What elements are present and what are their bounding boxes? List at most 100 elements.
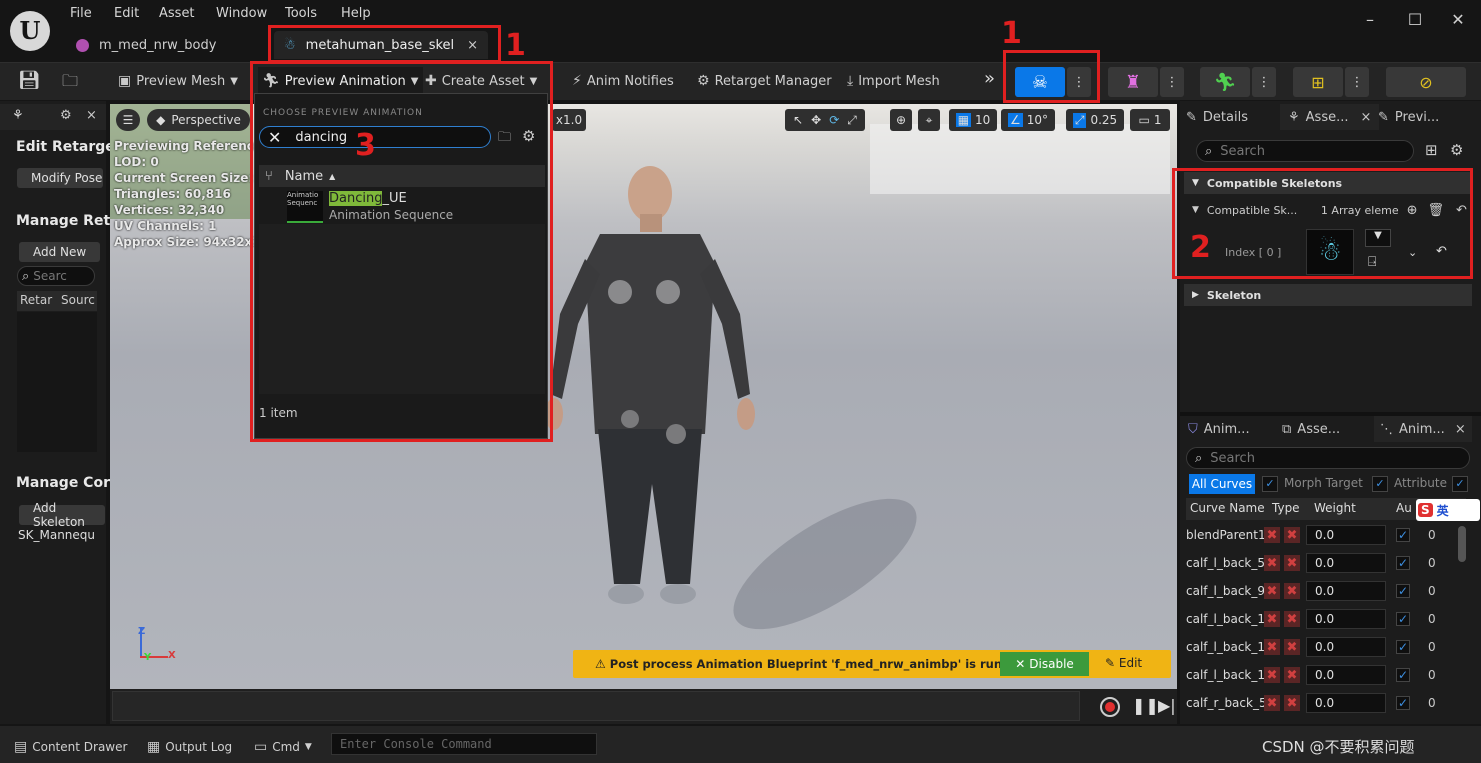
- playback-speed[interactable]: x1.0: [552, 109, 586, 131]
- curves-scrollbar[interactable]: [1458, 526, 1466, 562]
- record-icon[interactable]: [1100, 697, 1120, 717]
- weight-field[interactable]: 0.0: [1306, 525, 1386, 545]
- tab-asset[interactable]: ⚘ Asse... ×: [1280, 104, 1380, 130]
- menu-help[interactable]: Help: [341, 6, 371, 21]
- scale-snap-button[interactable]: ⤢ 0.25: [1066, 109, 1124, 131]
- menu-tools[interactable]: Tools: [285, 6, 317, 21]
- disable-button[interactable]: ✕ Disable: [1000, 652, 1089, 676]
- edit-button[interactable]: ✎ Edit: [1105, 656, 1142, 670]
- weight-field[interactable]: 0.0: [1306, 693, 1386, 713]
- menu-asset[interactable]: Asset: [159, 6, 195, 21]
- all-curves-filter[interactable]: All Curves: [1189, 474, 1255, 494]
- overflow-chevrons-icon[interactable]: »: [984, 68, 995, 89]
- camera-speed-button[interactable]: ▭ 1: [1130, 109, 1170, 131]
- weight-field[interactable]: 0.0: [1306, 637, 1386, 657]
- cmd-label: Cmd: [272, 740, 300, 754]
- morph-target-checkbox[interactable]: ✓: [1262, 476, 1278, 492]
- weight-field[interactable]: 0.0: [1306, 665, 1386, 685]
- close-icon[interactable]: ×: [86, 108, 97, 123]
- close-icon[interactable]: ✕: [1446, 8, 1470, 32]
- weight-field[interactable]: 0.0: [1306, 553, 1386, 573]
- animation-mode-button[interactable]: 🏃︎: [1200, 67, 1250, 97]
- minimize-icon[interactable]: –: [1358, 8, 1382, 32]
- col-auto[interactable]: Au: [1396, 501, 1412, 515]
- auto-checkbox[interactable]: ✓: [1396, 696, 1410, 710]
- more-options-icon[interactable]: ⋮: [1345, 67, 1369, 97]
- col-curve-name[interactable]: Curve Name: [1190, 501, 1265, 515]
- weight-field[interactable]: 0.0: [1306, 609, 1386, 629]
- transform-tools[interactable]: ↖ ✥ ⟳ ⤢: [785, 109, 865, 131]
- tree-icon[interactable]: ⚘: [12, 108, 24, 123]
- auto-checkbox[interactable]: ✓: [1396, 556, 1410, 570]
- auto-checkbox[interactable]: ✓: [1396, 584, 1410, 598]
- skeleton-section[interactable]: ▶ Skeleton: [1184, 284, 1472, 306]
- pause-icon[interactable]: ❚❚: [1132, 696, 1159, 715]
- mesh-mode-button[interactable]: ♜: [1108, 67, 1158, 97]
- menu-window[interactable]: Window: [216, 6, 267, 21]
- physics-mode-button[interactable]: ⊘: [1386, 67, 1466, 97]
- table-view-icon[interactable]: ⊞: [1425, 141, 1438, 159]
- close-icon[interactable]: ×: [1455, 422, 1466, 437]
- table-row[interactable]: calf_r_back_5 ✖ ✖ 0.0 ✓ 0: [1186, 690, 1462, 716]
- auto-checkbox[interactable]: ✓: [1396, 640, 1410, 654]
- attribute-checkbox[interactable]: ✓: [1372, 476, 1388, 492]
- tab-body[interactable]: m_med_nrw_body: [66, 31, 266, 59]
- rotation-snap-button[interactable]: ∠ 10°: [1001, 109, 1055, 131]
- table-row[interactable]: calf_l_back_1 ✖ ✖ 0.0 ✓ 0: [1186, 606, 1462, 632]
- col-type[interactable]: Type: [1272, 501, 1300, 515]
- blueprint-mode-button[interactable]: ⊞: [1293, 67, 1343, 97]
- import-mesh-button[interactable]: ⤓ Import Mesh: [847, 70, 940, 92]
- tab-details[interactable]: ✎ Details: [1186, 104, 1248, 130]
- modify-pose-button[interactable]: Modify Pose: [17, 168, 103, 188]
- table-row[interactable]: calf_l_back_5 ✖ ✖ 0.0 ✓ 0: [1186, 550, 1462, 576]
- grid-snap-button[interactable]: ▦ 10: [949, 109, 997, 131]
- hamburger-menu-icon[interactable]: ☰: [116, 109, 140, 131]
- weight-field[interactable]: 0.0: [1306, 581, 1386, 601]
- table-row[interactable]: calf_l_back_1 ✖ ✖ 0.0 ✓ 0: [1186, 634, 1462, 660]
- more-options-icon[interactable]: ⋮: [1252, 67, 1276, 97]
- perspective-button[interactable]: ◆ Perspective: [147, 109, 250, 131]
- tab-anim-curves[interactable]: ⋱ Anim... ×: [1374, 416, 1472, 442]
- curves-search-input[interactable]: ⌕ Search: [1186, 447, 1470, 469]
- surface-snap-icon[interactable]: ⌖: [918, 109, 940, 131]
- settings-gear-icon[interactable]: ⚙: [1450, 141, 1463, 159]
- retarget-manager-button[interactable]: ⚙ Retarget Manager: [697, 70, 832, 92]
- timeline-track[interactable]: [112, 691, 1080, 721]
- auto-checkbox[interactable]: ✓: [1396, 668, 1410, 682]
- play-forward-icon[interactable]: ▶|: [1158, 696, 1176, 715]
- table-row[interactable]: calf_l_back_9 ✖ ✖ 0.0 ✓ 0: [1186, 578, 1462, 604]
- skeleton-list-item[interactable]: SK_Mannequ: [18, 528, 95, 542]
- add-new-button[interactable]: Add New: [19, 242, 100, 262]
- cmd-button[interactable]: ▭ Cmd ▼: [254, 736, 312, 758]
- retarget-tab-icon[interactable]: ⚙: [60, 108, 72, 123]
- browse-icon[interactable]: 🗀: [62, 70, 86, 92]
- table-row[interactable]: blendParent1 ✖ ✖ 0.0 ✓ 0: [1186, 522, 1462, 548]
- output-log-button[interactable]: ▦ Output Log: [147, 736, 232, 758]
- auto-checkbox[interactable]: ✓: [1396, 528, 1410, 542]
- unreal-logo[interactable]: U: [10, 11, 50, 51]
- console-command-input[interactable]: Enter Console Command: [331, 733, 597, 755]
- details-search-input[interactable]: ⌕ Search: [1196, 140, 1414, 162]
- tab-anim-1[interactable]: ⛉ Anim...: [1188, 416, 1250, 442]
- filter-checkbox[interactable]: ✓: [1452, 476, 1468, 492]
- maximize-icon[interactable]: ☐: [1403, 8, 1427, 32]
- save-icon[interactable]: 💾︎: [18, 70, 41, 92]
- attribute-label: Attribute: [1394, 476, 1447, 490]
- close-icon[interactable]: ×: [1361, 110, 1372, 125]
- tab-asset-2[interactable]: ⧉ Asse...: [1282, 416, 1340, 442]
- table-row[interactable]: calf_l_back_1 ✖ ✖ 0.0 ✓ 0: [1186, 662, 1462, 688]
- local-space-icon[interactable]: ⊕: [890, 109, 912, 131]
- anim-notifies-button[interactable]: ⚡ Anim Notifies: [572, 70, 674, 92]
- tab-preview[interactable]: ✎ Previ...: [1378, 104, 1439, 130]
- content-drawer-button[interactable]: ▤ Content Drawer: [14, 736, 127, 758]
- rotation-snap-value: 10°: [1026, 113, 1049, 127]
- col-weight[interactable]: Weight: [1314, 501, 1356, 515]
- more-options-icon[interactable]: ⋮: [1160, 67, 1184, 97]
- retarget-search-input[interactable]: ⌕ Searc: [17, 266, 95, 286]
- preview-mesh-button[interactable]: ▣ Preview Mesh ▼: [118, 70, 238, 92]
- menu-file[interactable]: File: [70, 6, 92, 21]
- menu-edit[interactable]: Edit: [114, 6, 139, 21]
- auto-checkbox[interactable]: ✓: [1396, 612, 1410, 626]
- ime-indicator[interactable]: S 英: [1416, 499, 1480, 521]
- add-skeleton-button[interactable]: Add Skeleton: [19, 501, 105, 529]
